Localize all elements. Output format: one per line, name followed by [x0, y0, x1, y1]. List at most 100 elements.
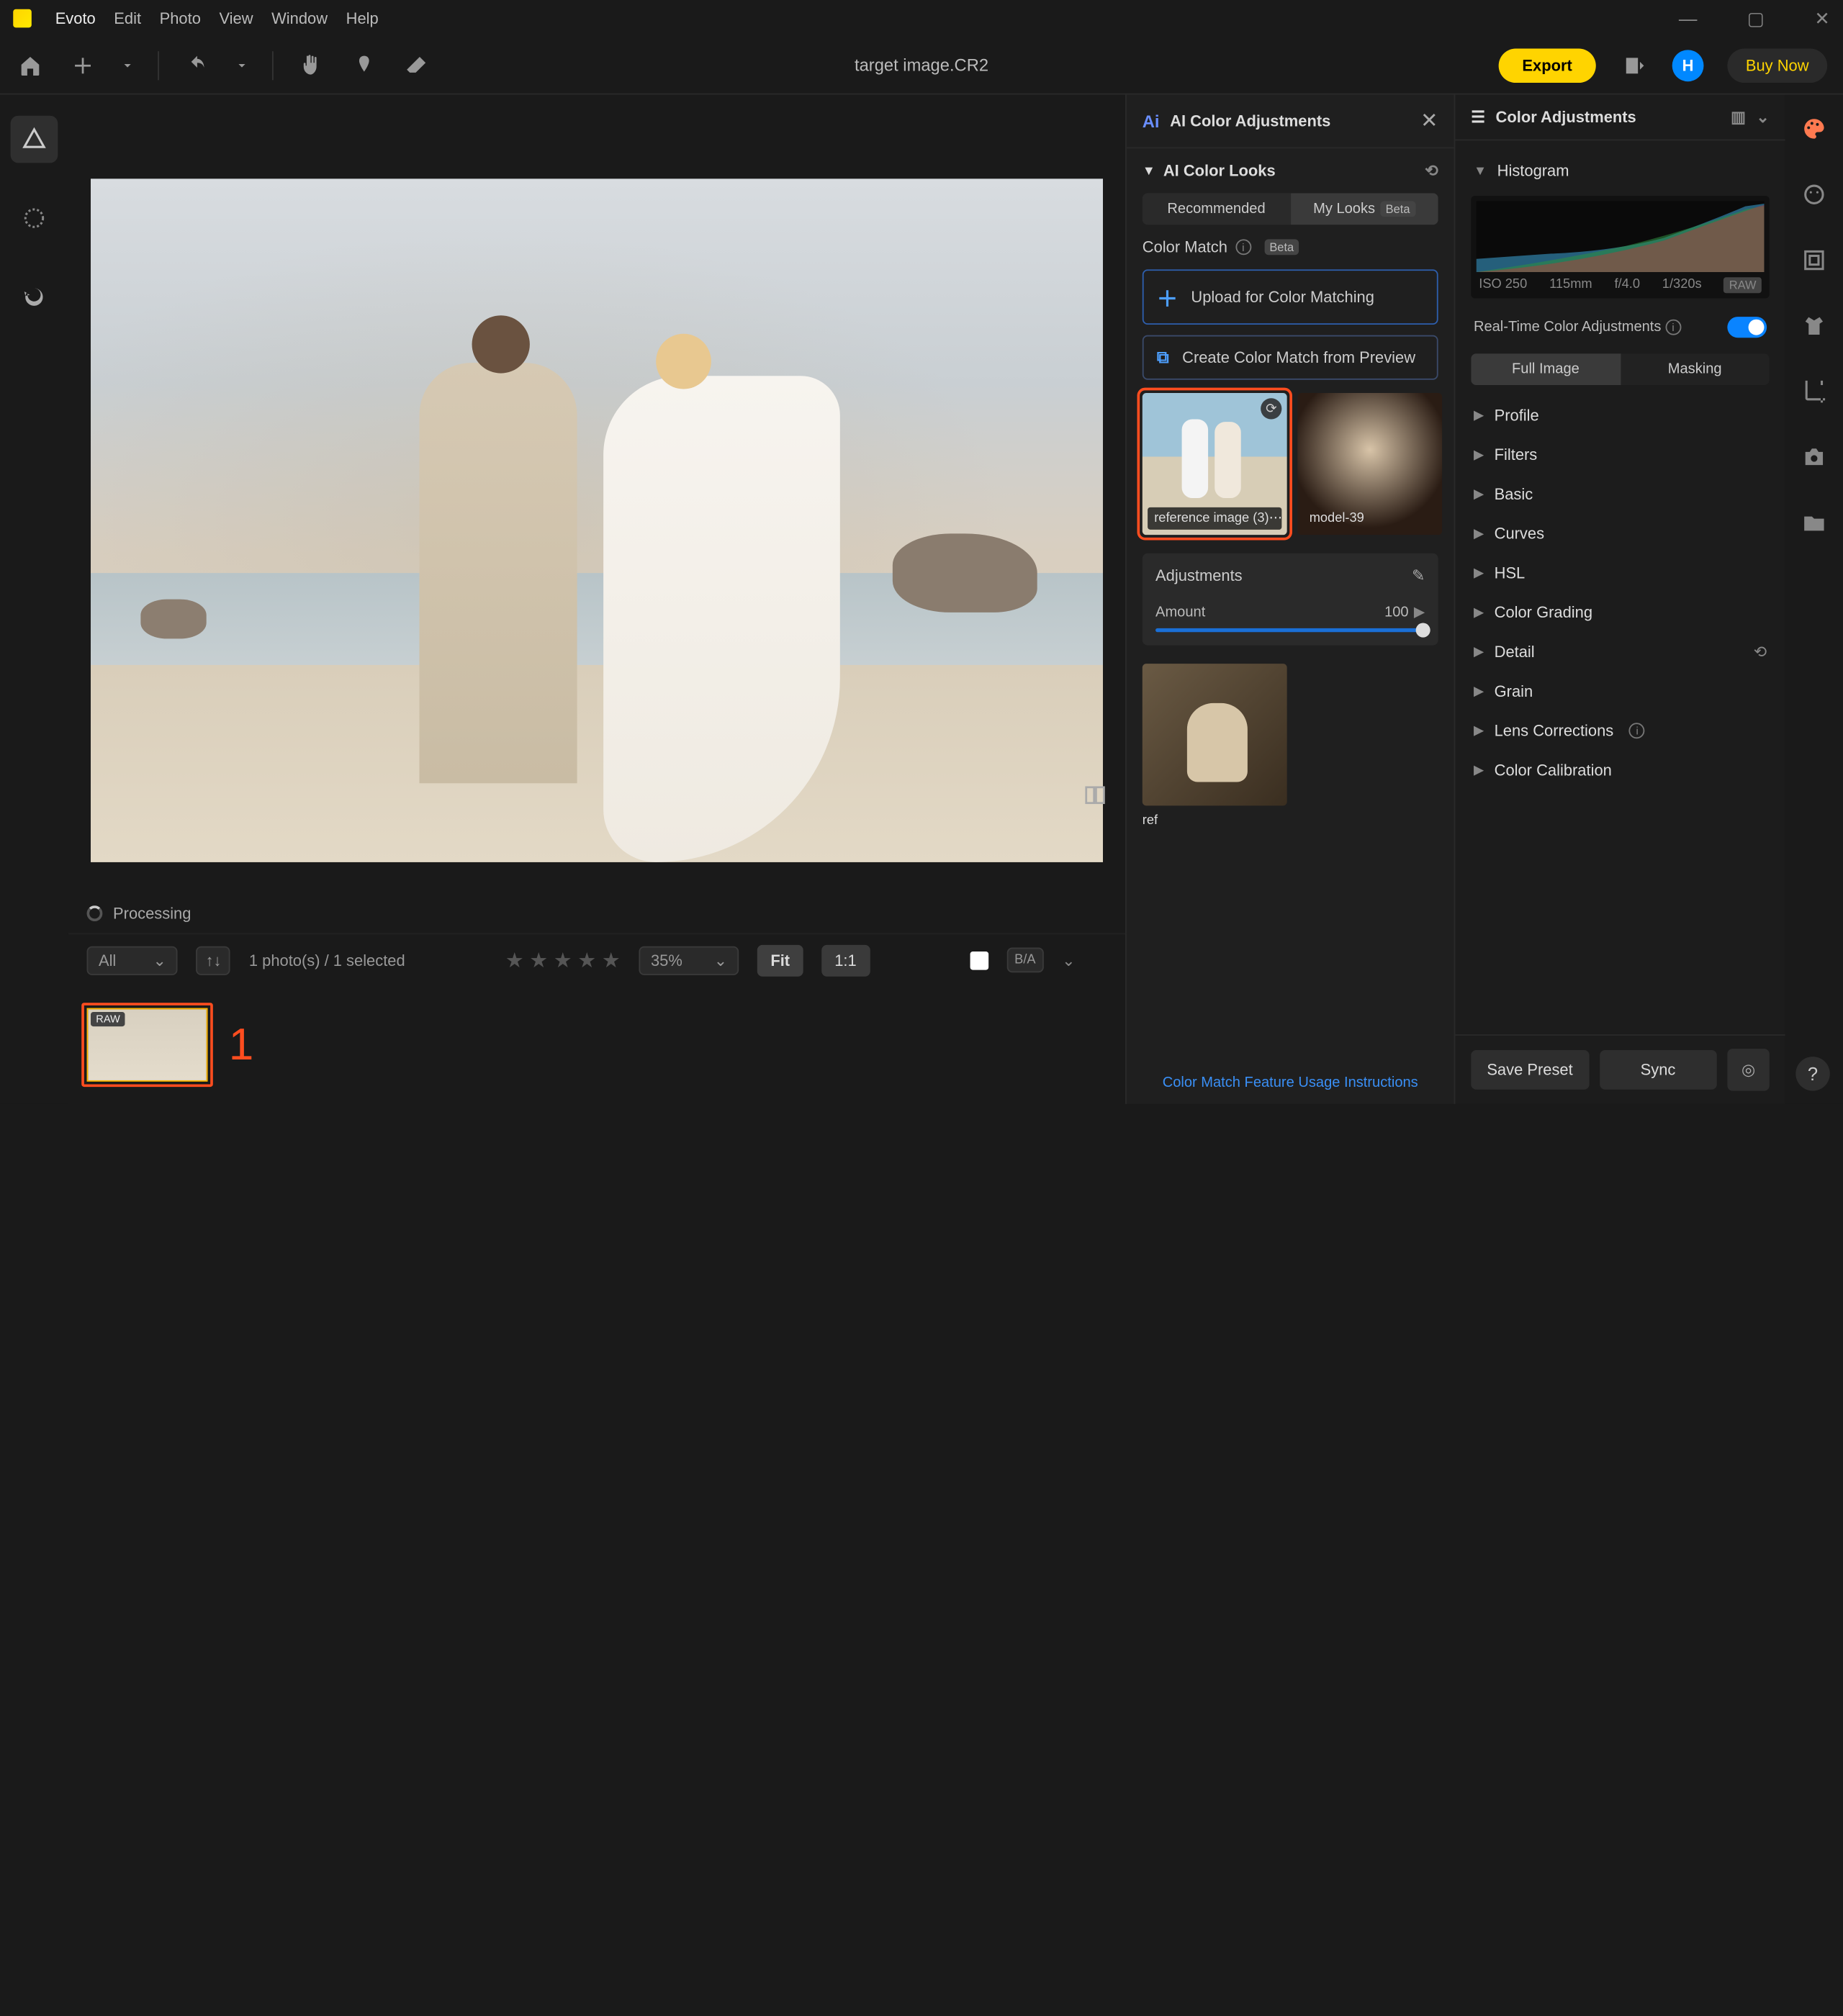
- reference-card-3[interactable]: ref: [1143, 664, 1287, 831]
- before-after-button[interactable]: B/A: [1006, 948, 1043, 973]
- reference-name: ref: [1143, 813, 1158, 828]
- thumbnail-selected[interactable]: RAW: [81, 1003, 213, 1087]
- info-icon[interactable]: i: [1629, 723, 1645, 738]
- zoom-fit-button[interactable]: Fit: [757, 944, 803, 976]
- close-icon[interactable]: ✕: [1420, 108, 1438, 135]
- home-icon[interactable]: [16, 50, 45, 79]
- create-color-match-button[interactable]: ⧉ Create Color Match from Preview: [1143, 335, 1438, 380]
- user-avatar[interactable]: H: [1672, 49, 1704, 81]
- filmstrip: RAW 1: [68, 986, 1125, 1104]
- window-minimize-icon[interactable]: —: [1679, 7, 1698, 30]
- ca-title: Color Adjustments: [1496, 108, 1636, 127]
- layout-icon[interactable]: ▥: [1731, 108, 1746, 127]
- sort-button[interactable]: ↑↓: [197, 946, 230, 975]
- section-hsl[interactable]: ▶HSL: [1455, 553, 1785, 593]
- export-button[interactable]: Export: [1499, 48, 1596, 82]
- sync-settings-icon[interactable]: ◎: [1727, 1049, 1769, 1090]
- chevron-down-icon: ⌄: [153, 951, 166, 969]
- chevron-down-icon[interactable]: ⌄: [1756, 108, 1769, 127]
- help-icon[interactable]: ?: [1795, 1057, 1829, 1090]
- info-icon[interactable]: i: [1235, 239, 1251, 255]
- chevron-down-icon[interactable]: ▼: [1143, 163, 1155, 178]
- more-icon[interactable]: ⋯: [1269, 511, 1282, 525]
- section-detail[interactable]: ▶Detail⟲: [1455, 632, 1785, 672]
- export-queue-icon[interactable]: [1620, 50, 1649, 79]
- sync-icon[interactable]: ⟳: [1261, 398, 1281, 419]
- instructions-link[interactable]: Color Match Feature Usage Instructions: [1163, 1075, 1418, 1091]
- refresh-icon[interactable]: ⟲: [1425, 162, 1438, 181]
- chevron-right-icon[interactable]: ▶: [1414, 603, 1425, 620]
- save-preset-button[interactable]: Save Preset: [1471, 1050, 1588, 1090]
- histogram-graph: [1477, 201, 1765, 272]
- section-calibration[interactable]: ▶Color Calibration: [1455, 751, 1785, 790]
- reference-thumb: [1143, 664, 1287, 805]
- adjust-tool-icon[interactable]: [11, 116, 58, 163]
- section-profile[interactable]: ▶Profile: [1455, 396, 1785, 435]
- reference-card-1[interactable]: ⟳ reference image (3)⋯: [1143, 393, 1287, 535]
- eraser-tool-icon[interactable]: [402, 50, 431, 79]
- edit-icon[interactable]: ✎: [1412, 566, 1425, 585]
- undo-icon[interactable]: [183, 50, 212, 79]
- upload-color-match-button[interactable]: ＋ Upload for Color Matching: [1143, 269, 1438, 325]
- filter-dropdown[interactable]: All⌄: [87, 946, 179, 975]
- realtime-toggle[interactable]: [1727, 317, 1767, 338]
- reference-card-2[interactable]: model-39: [1297, 393, 1442, 535]
- menu-help[interactable]: Help: [346, 9, 379, 28]
- history-tool-icon[interactable]: [11, 274, 58, 321]
- add-dropdown-icon[interactable]: [121, 50, 134, 79]
- section-grain[interactable]: ▶Grain: [1455, 672, 1785, 711]
- camera-icon[interactable]: [1798, 442, 1830, 474]
- app-brand[interactable]: Evoto: [55, 9, 96, 28]
- folder-icon[interactable]: [1798, 507, 1830, 539]
- rating-stars[interactable]: ★★★★★: [505, 947, 621, 974]
- crop-icon[interactable]: [1798, 376, 1830, 407]
- clothing-icon[interactable]: [1798, 310, 1830, 342]
- menu-edit[interactable]: Edit: [114, 9, 141, 28]
- plus-icon: ＋: [1157, 281, 1178, 313]
- processing-label: Processing: [113, 904, 191, 923]
- hand-tool-icon[interactable]: [297, 50, 326, 79]
- pin-tool-icon[interactable]: [350, 50, 379, 79]
- canvas-area: Processing All⌄ ↑↓ 1 photo(s) / 1 select…: [68, 94, 1125, 1103]
- face-retouch-icon[interactable]: [1798, 178, 1830, 210]
- portrait-tool-icon[interactable]: [11, 194, 58, 242]
- sliders-icon: ☰: [1471, 108, 1485, 127]
- meta-aperture: f/4.0: [1614, 277, 1640, 293]
- section-lens[interactable]: ▶Lens Corrections i: [1455, 711, 1785, 751]
- add-icon[interactable]: [68, 50, 97, 79]
- beta-badge: Beta: [1264, 239, 1299, 255]
- sync-button[interactable]: Sync: [1599, 1050, 1716, 1090]
- zoom-1to1-button[interactable]: 1:1: [821, 944, 870, 976]
- seg-full-image[interactable]: Full Image: [1471, 353, 1620, 385]
- section-basic[interactable]: ▶Basic: [1455, 474, 1785, 514]
- histogram-box: ISO 250 115mm f/4.0 1/320s RAW: [1471, 196, 1770, 298]
- ai-logo-icon: Ai: [1143, 111, 1160, 130]
- meta-focal: 115mm: [1549, 277, 1592, 293]
- window-maximize-icon[interactable]: ▢: [1747, 7, 1765, 30]
- seg-my-looks[interactable]: My LooksBeta: [1290, 193, 1438, 225]
- window-close-icon[interactable]: ✕: [1814, 7, 1829, 30]
- chevron-down-icon[interactable]: ⌄: [1062, 951, 1075, 969]
- seg-recommended[interactable]: Recommended: [1143, 193, 1290, 225]
- frame-icon[interactable]: [1798, 245, 1830, 276]
- compare-view-icon[interactable]: [1083, 783, 1107, 807]
- color-palette-icon[interactable]: [1798, 113, 1830, 145]
- zoom-dropdown[interactable]: 35%⌄: [639, 946, 739, 975]
- section-curves[interactable]: ▶Curves: [1455, 514, 1785, 553]
- image-canvas[interactable]: [68, 94, 1125, 893]
- buy-now-button[interactable]: Buy Now: [1727, 48, 1827, 82]
- menu-photo[interactable]: Photo: [160, 9, 201, 28]
- seg-masking[interactable]: Masking: [1621, 353, 1770, 385]
- section-filters[interactable]: ▶Filters: [1455, 435, 1785, 474]
- info-icon[interactable]: i: [1665, 320, 1681, 335]
- menu-view[interactable]: View: [219, 9, 253, 28]
- reset-icon[interactable]: ⟲: [1754, 643, 1767, 661]
- amount-slider[interactable]: [1155, 628, 1425, 632]
- background-color-chip[interactable]: [970, 951, 988, 969]
- section-color-grading[interactable]: ▶Color Grading: [1455, 593, 1785, 633]
- menu-window[interactable]: Window: [271, 9, 328, 28]
- chevron-down-icon: ⌄: [714, 951, 727, 969]
- undo-dropdown-icon[interactable]: [235, 50, 248, 79]
- section-histogram[interactable]: ▼Histogram: [1455, 151, 1785, 191]
- spinner-icon: [87, 905, 103, 921]
